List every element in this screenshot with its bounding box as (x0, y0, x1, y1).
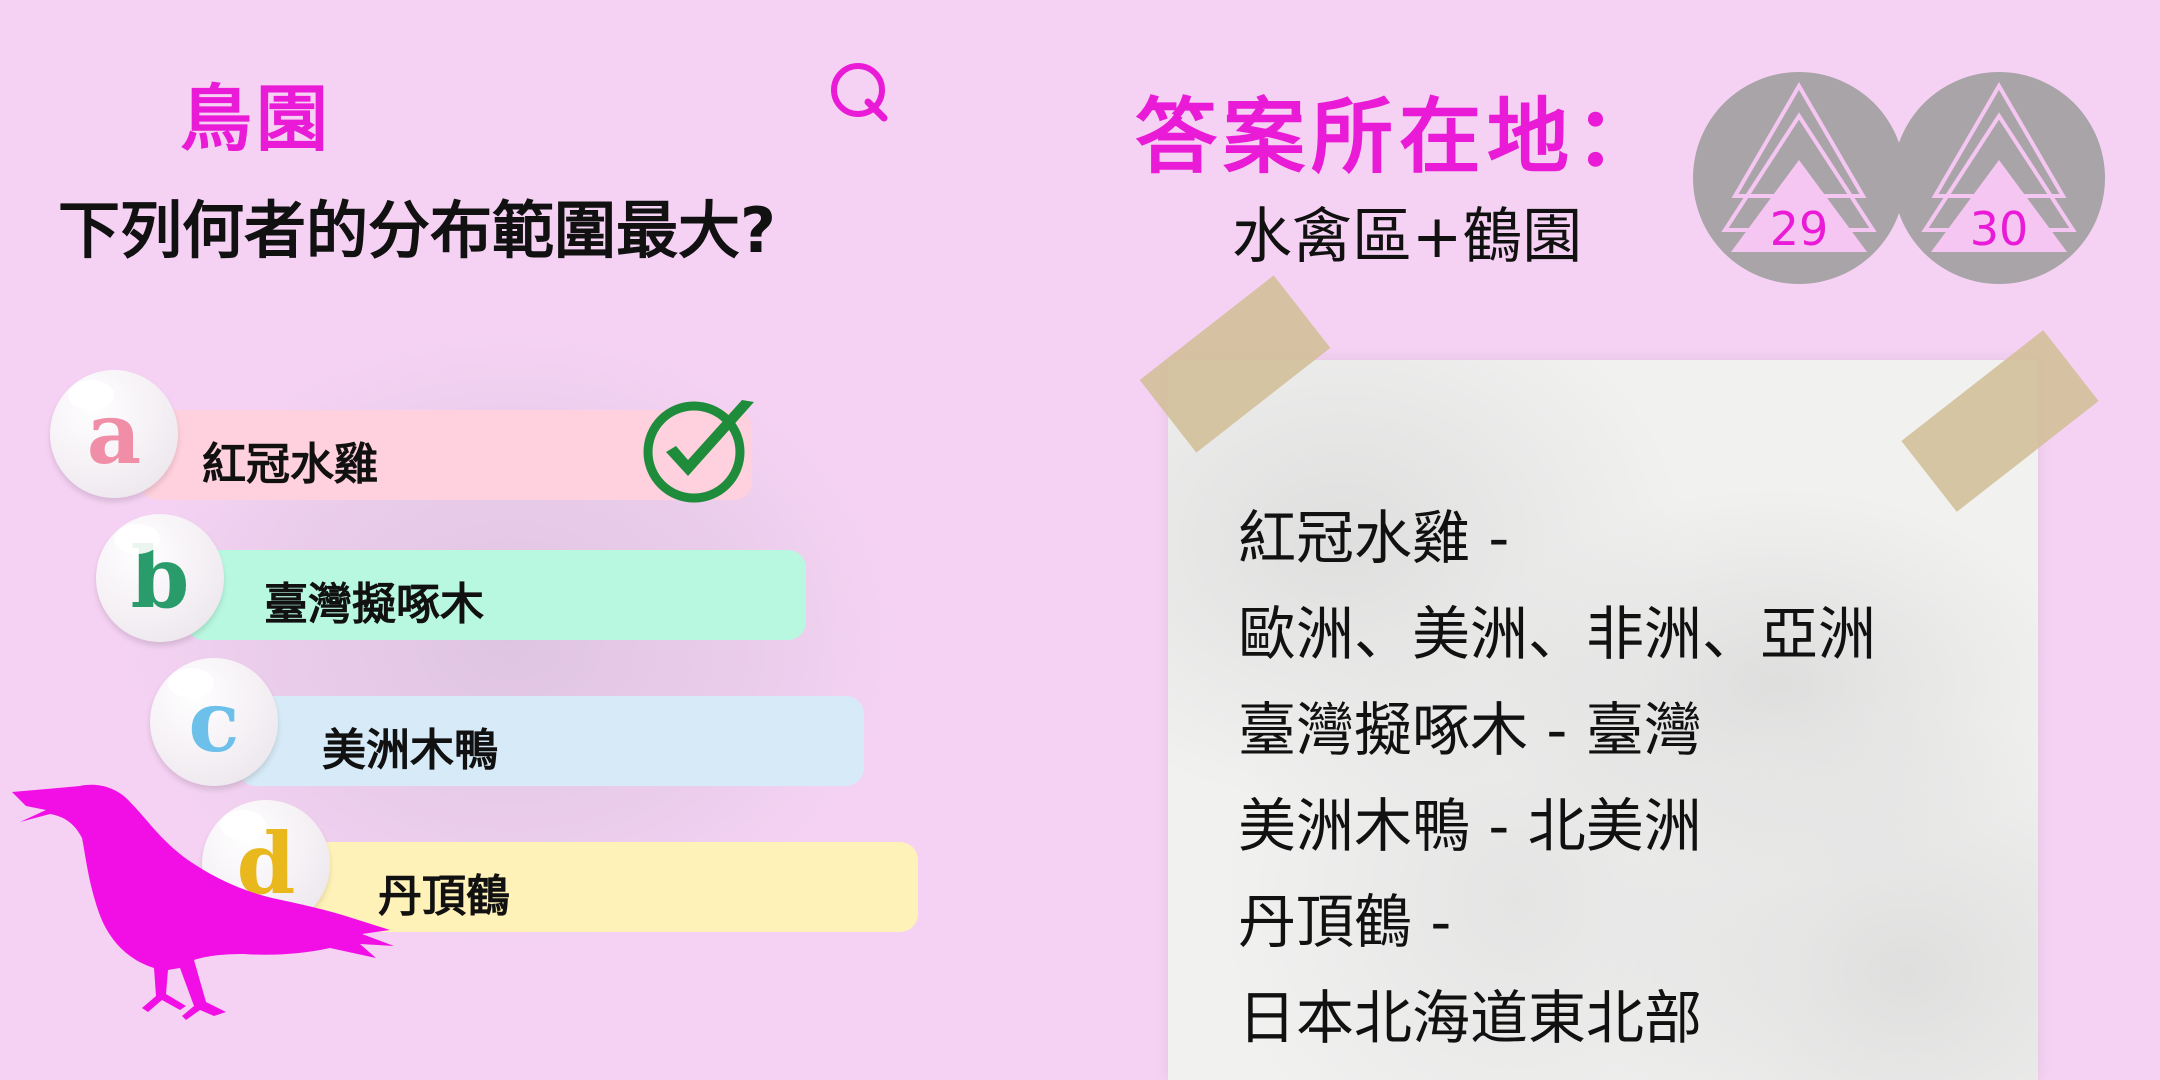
explanation-line: 丹頂鶴 - (1238, 888, 1452, 956)
check-icon (636, 394, 762, 506)
answer-explanation: 紅冠水雞 - 歐洲、美洲、非洲、亞洲 臺灣擬啄木 - 臺灣 美洲木鴨 - 北美洲… (1238, 490, 2018, 1066)
option-a-circle[interactable]: a (50, 370, 178, 498)
circle-gloss (114, 524, 160, 554)
explanation-line: 美洲木鴨 - 北美洲 (1238, 792, 1702, 860)
circle-gloss (68, 380, 114, 410)
badge-29: 29 (1693, 72, 1905, 284)
question-text: 下列何者的分布範圍最大? (58, 194, 776, 267)
q-icon (828, 60, 892, 124)
option-a-label: 紅冠水雞 (202, 439, 378, 490)
answer-location-value: 水禽區+鶴園 (1232, 202, 1583, 272)
badge-number: 30 (1969, 202, 2029, 256)
option-c-label: 美洲木鴨 (322, 725, 498, 776)
badge-30: 30 (1893, 72, 2105, 284)
explanation-line: 歐洲、美洲、非洲、亞洲 (1238, 600, 1877, 668)
badge-number: 29 (1769, 202, 1829, 256)
option-b-circle[interactable]: b (96, 514, 224, 642)
answer-location-title: 答案所在地： (1135, 90, 1664, 185)
explanation-line: 紅冠水雞 - (1238, 504, 1510, 572)
circle-gloss (168, 668, 214, 698)
bird-silhouette-icon (10, 780, 400, 1050)
explanation-line: 日本北海道東北部 (1238, 984, 1703, 1052)
option-b-label: 臺灣擬啄木 (264, 579, 484, 630)
option-c-circle[interactable]: c (150, 658, 278, 786)
section-title: 鳥園 (180, 77, 333, 161)
explanation-line: 臺灣擬啄木 - 臺灣 (1238, 696, 1702, 764)
